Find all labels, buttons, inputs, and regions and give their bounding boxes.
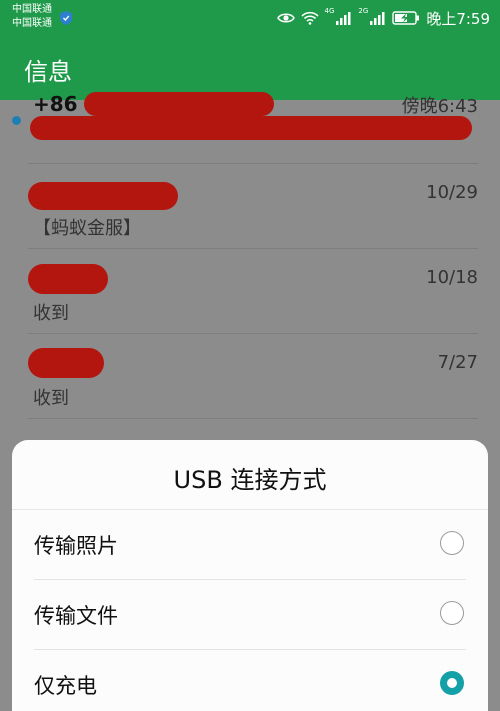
app-screen: 中国联通 中国联通 4G 2G 晚上7:59 信息 +86 1 傍晚6:43 1… — [0, 0, 500, 711]
redaction-mark — [28, 264, 108, 294]
option-label: 传输照片 — [34, 534, 118, 558]
message-snippet: 【蚂蚁金服】 — [33, 218, 141, 239]
carrier-label-1: 中国联通 — [12, 4, 52, 15]
message-snippet: 收到 — [33, 303, 69, 324]
signal-strength-icon-1 — [336, 12, 351, 25]
option-label: 传输文件 — [34, 604, 118, 628]
row-divider — [28, 418, 478, 419]
unread-indicator — [12, 116, 21, 125]
eye-comfort-icon — [276, 13, 295, 23]
radio-button[interactable] — [440, 531, 464, 555]
message-row[interactable]: +86 1 傍晚6:43 — [0, 92, 500, 164]
network-type-1: 4G — [324, 7, 335, 15]
message-row[interactable]: 10/18 收到 — [0, 249, 500, 334]
redaction-mark — [28, 182, 178, 210]
message-snippet: 收到 — [33, 388, 69, 409]
option-label: 仅充电 — [34, 674, 97, 698]
status-icons: 4G 2G 晚上7:59 — [276, 6, 490, 30]
message-date: 10/18 — [426, 267, 478, 288]
carrier-label-2: 中国联通 — [12, 18, 52, 29]
radio-button-selected[interactable] — [440, 671, 464, 695]
message-date: 10/29 — [426, 182, 478, 203]
clock-time: 晚上7:59 — [426, 9, 490, 28]
dialog-title: USB 连接方式 — [173, 466, 327, 494]
security-shield-icon — [60, 11, 72, 25]
message-row[interactable]: 10/29 【蚂蚁金服】 — [0, 164, 500, 249]
status-bar: 中国联通 中国联通 4G 2G 晚上7:59 — [0, 0, 500, 38]
battery-charging-icon — [392, 11, 420, 25]
app-bar: 信息 — [0, 38, 500, 100]
redaction-mark — [30, 116, 472, 140]
option-charge-only[interactable]: 仅充电 — [12, 650, 488, 711]
radio-button[interactable] — [440, 601, 464, 625]
page-title: 信息 — [24, 58, 72, 86]
usb-connection-dialog: USB 连接方式 传输照片 传输文件 仅充电 — [12, 440, 488, 711]
network-type-2: 2G — [358, 7, 369, 15]
redaction-mark — [28, 348, 104, 378]
redaction-mark — [84, 92, 274, 116]
option-transfer-files[interactable]: 传输文件 — [12, 580, 488, 650]
option-transfer-photos[interactable]: 传输照片 — [12, 510, 488, 580]
wifi-icon — [300, 11, 319, 25]
signal-strength-icon-2 — [370, 12, 385, 25]
message-date: 傍晚6:43 — [401, 96, 478, 117]
message-date: 7/27 — [437, 352, 478, 373]
message-row[interactable]: 7/27 收到 — [0, 334, 500, 419]
